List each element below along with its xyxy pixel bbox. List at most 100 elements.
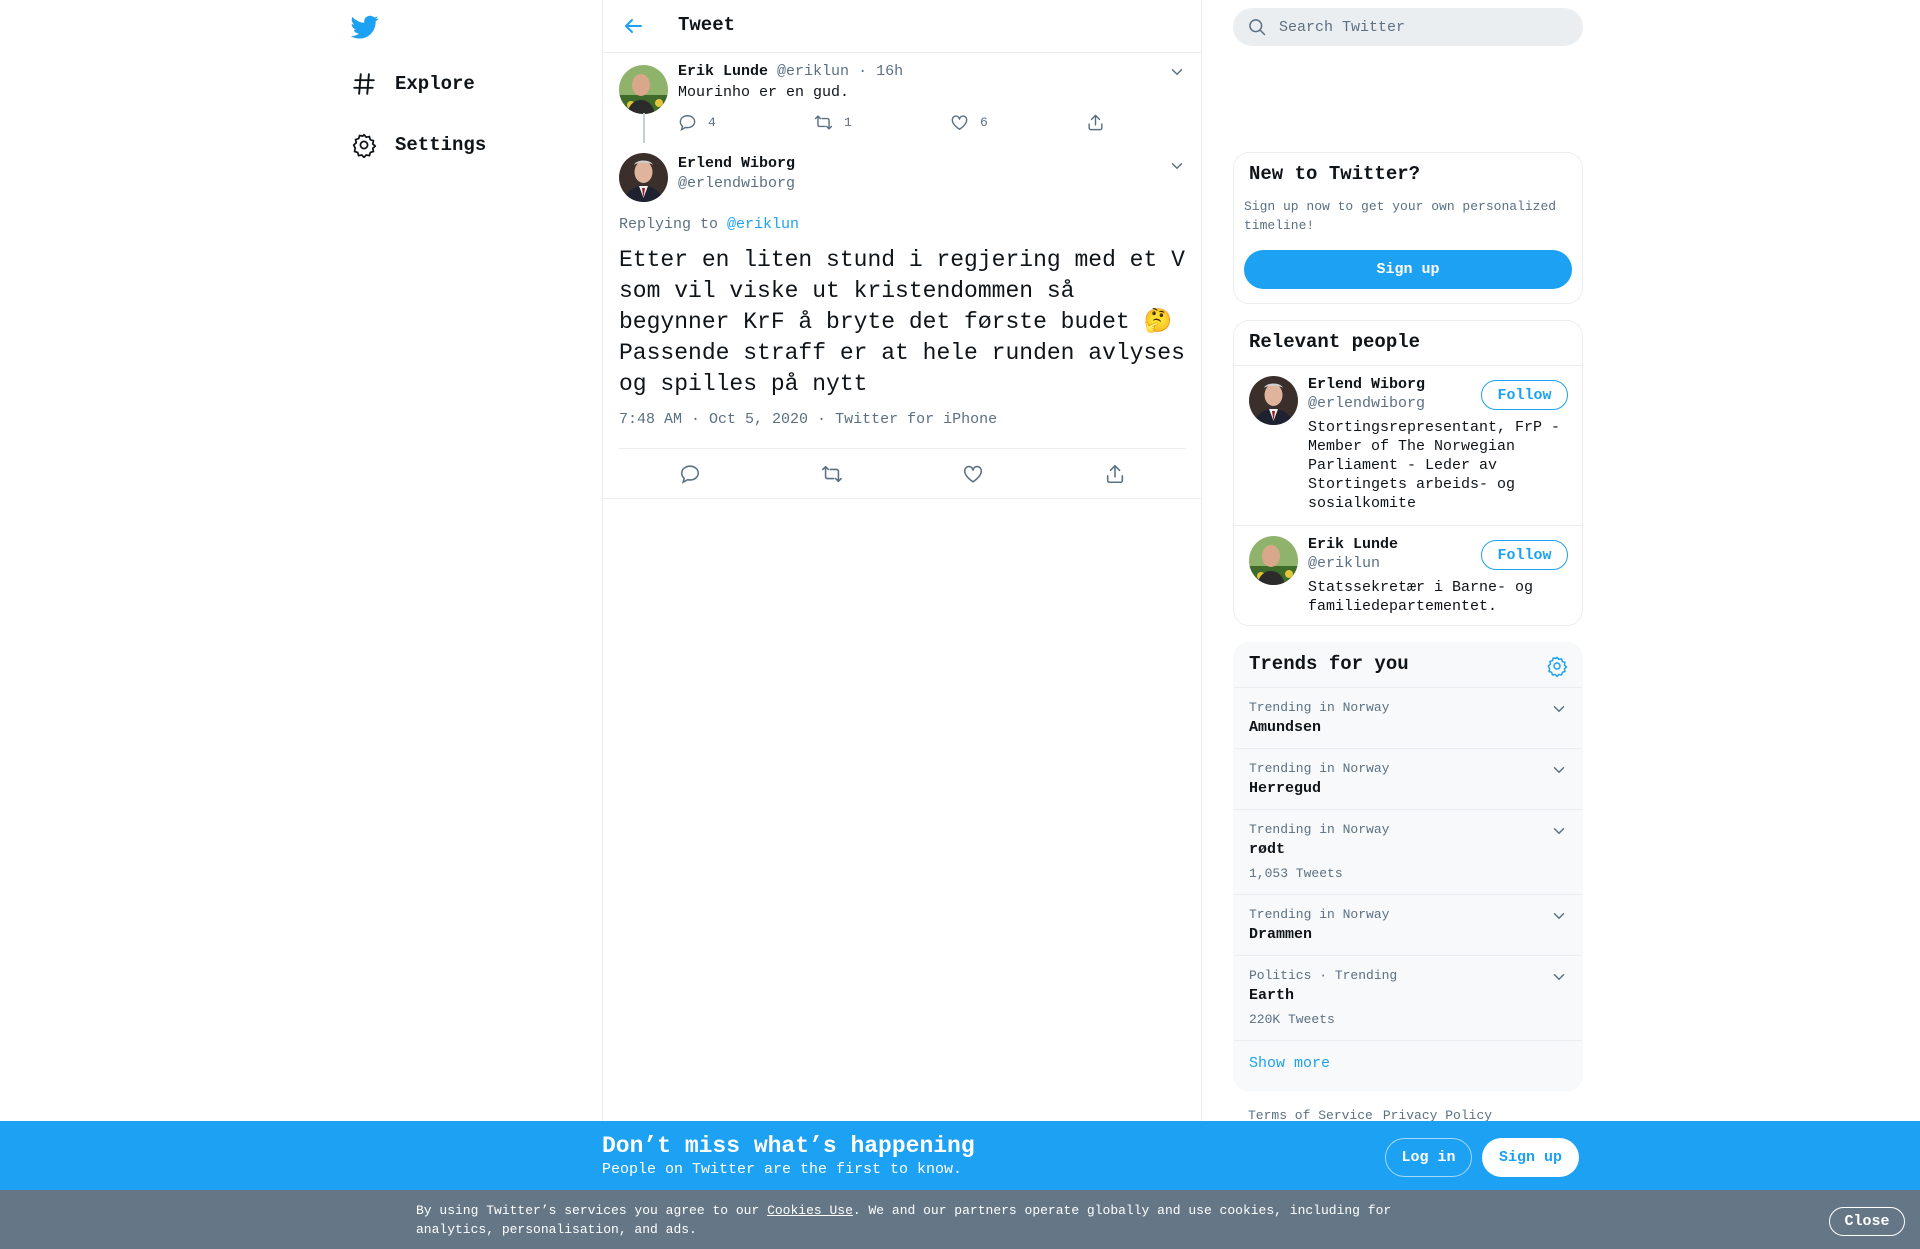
card-title: New to Twitter? — [1249, 163, 1421, 185]
person-erlend-wiborg[interactable]: Erlend Wiborg @erlendwiborg Stortingsrep… — [1234, 366, 1582, 525]
chevron-down-icon[interactable] — [1550, 907, 1568, 925]
share-button[interactable] — [1044, 449, 1186, 498]
card-title: Trends for you — [1249, 653, 1409, 675]
divider — [603, 498, 1201, 499]
author-handle[interactable]: @erlendwiborg — [678, 175, 795, 192]
trend-context: Trending in Norway — [1249, 761, 1390, 776]
cookie-banner: By using Twitter’s services you agree to… — [0, 1190, 1920, 1249]
reply-button[interactable] — [619, 449, 761, 498]
heart-icon — [962, 463, 984, 485]
person-bio: Statssekretær i Barne- og familiedeparte… — [1308, 579, 1534, 615]
reply-icon — [678, 113, 697, 132]
page-header: Tweet — [603, 0, 1201, 53]
person-bio: Stortingsrepresentant, FrP - Member of T… — [1308, 419, 1561, 512]
relevant-people-card: Relevant people Erlend Wiborg @erlendwib… — [1233, 320, 1583, 626]
avatar[interactable] — [619, 153, 668, 202]
trend-name: Herregud — [1249, 780, 1322, 797]
trend-name: Drammen — [1249, 926, 1313, 943]
close-button[interactable]: Close — [1829, 1207, 1905, 1236]
tweet-header: Erik Lunde @eriklun · 16h — [678, 63, 903, 80]
chevron-down-icon[interactable] — [1168, 157, 1186, 175]
author-name-text: Erlend Wiborg — [678, 155, 796, 172]
trend-item[interactable]: Trending in Norway Herregud — [1234, 749, 1582, 810]
trend-name: rødt — [1249, 841, 1286, 858]
chevron-down-icon[interactable] — [1550, 700, 1568, 718]
card-header: Trends for you — [1234, 643, 1582, 688]
retweet-icon — [814, 113, 833, 132]
trend-item[interactable]: Trending in Norway Amundsen — [1234, 688, 1582, 749]
retweet-button[interactable]: 1 — [814, 113, 950, 132]
show-more-link[interactable]: Show more — [1249, 1055, 1330, 1072]
twitter-bird-icon[interactable] — [350, 13, 380, 41]
gear-icon — [350, 131, 378, 159]
trend-item[interactable]: Trending in Norway Drammen — [1234, 895, 1582, 956]
thread-line — [643, 113, 645, 143]
like-button[interactable] — [903, 449, 1045, 498]
person-name[interactable]: Erik Lunde — [1308, 536, 1398, 553]
trends-card: Trends for you Trending in Norway Amunds… — [1233, 642, 1583, 1091]
tweet-meta: 7:48 AM · Oct 5, 2020 · Twitter for iPho… — [619, 411, 997, 428]
share-icon — [1086, 113, 1105, 132]
chevron-down-icon[interactable] — [1550, 822, 1568, 840]
card-subtitle: Sign up now to get your own personalized… — [1244, 199, 1557, 233]
avatar[interactable] — [1249, 376, 1298, 425]
trend-count: 220K Tweets — [1249, 1012, 1335, 1027]
parent-tweet[interactable]: Erik Lunde @eriklun · 16h Mourinho er en… — [603, 53, 1201, 151]
reply-count: 4 — [708, 115, 716, 130]
tweet-actions: 4 1 6 — [678, 113, 1116, 132]
sign-up-button[interactable]: Sign up — [1244, 250, 1572, 289]
avatar[interactable] — [1249, 536, 1298, 585]
hashtag-icon — [350, 70, 378, 98]
cookie-text: By using Twitter’s services you agree to… — [416, 1201, 1416, 1239]
cookies-use-link[interactable]: Cookies Use — [767, 1203, 853, 1218]
author-name[interactable]: Erlend Wiborg — [678, 155, 795, 172]
chevron-down-icon[interactable] — [1550, 968, 1568, 986]
banner-title: Don’t miss what’s happening — [602, 1133, 975, 1159]
gear-icon[interactable] — [1546, 655, 1568, 677]
trend-item[interactable]: Politics · Trending Earth 220K Tweets — [1234, 956, 1582, 1041]
cookie-text-before: By using Twitter’s services you agree to… — [416, 1203, 768, 1218]
person-handle[interactable]: @eriklun — [1308, 555, 1380, 572]
trend-context: Trending in Norway — [1249, 822, 1390, 837]
chevron-down-icon[interactable] — [1550, 761, 1568, 779]
avatar[interactable] — [619, 65, 668, 114]
reply-button[interactable]: 4 — [678, 113, 814, 132]
nav-explore[interactable]: Explore — [350, 70, 475, 98]
retweet-count: 1 — [844, 115, 852, 130]
nav-explore-label: Explore — [395, 73, 475, 95]
share-button[interactable] — [1086, 113, 1116, 132]
heart-icon — [950, 113, 969, 132]
tweet-text: Mourinho er en gud. — [678, 84, 850, 101]
person-name[interactable]: Erlend Wiborg — [1308, 376, 1425, 393]
author-handle[interactable]: @eriklun — [777, 63, 849, 80]
search-input[interactable] — [1279, 18, 1559, 36]
sign-up-button[interactable]: Sign up — [1482, 1138, 1579, 1177]
follow-button[interactable]: Follow — [1481, 380, 1568, 410]
trend-name: Amundsen — [1249, 719, 1322, 736]
author-name[interactable]: Erik Lunde — [678, 63, 768, 80]
follow-button[interactable]: Follow — [1481, 540, 1568, 570]
replying-to: Replying to @eriklun — [619, 216, 799, 233]
share-icon — [1104, 463, 1126, 485]
person-erik-lunde[interactable]: Erik Lunde @eriklun Statssekretær i Barn… — [1234, 525, 1582, 625]
tweet-source[interactable]: Twitter for iPhone — [835, 411, 997, 428]
reply-icon — [679, 463, 701, 485]
retweet-button[interactable] — [761, 449, 903, 498]
person-handle[interactable]: @erlendwiborg — [1308, 395, 1425, 412]
back-arrow-icon[interactable] — [621, 14, 645, 38]
search-icon — [1247, 17, 1267, 37]
search-bar[interactable] — [1233, 8, 1583, 46]
tweet-timestamp[interactable]: 7:48 AM · Oct 5, 2020 — [619, 411, 808, 428]
like-count: 6 — [980, 115, 988, 130]
nav-settings[interactable]: Settings — [350, 131, 486, 159]
tweet-time[interactable]: 16h — [876, 63, 903, 80]
tweet-text: Etter en liten stund i regjering med et … — [619, 247, 1185, 397]
log-in-button[interactable]: Log in — [1385, 1138, 1472, 1177]
chevron-down-icon[interactable] — [1168, 63, 1186, 81]
trend-item[interactable]: Trending in Norway rødt 1,053 Tweets — [1234, 810, 1582, 895]
main-column: Tweet Erik Lunde @eriklun · 16h Mourinho… — [602, 0, 1202, 1249]
replying-to-handle[interactable]: @eriklun — [727, 216, 799, 233]
trend-context: Trending in Norway — [1249, 907, 1390, 922]
card-title: Relevant people — [1249, 331, 1421, 353]
like-button[interactable]: 6 — [950, 113, 1086, 132]
